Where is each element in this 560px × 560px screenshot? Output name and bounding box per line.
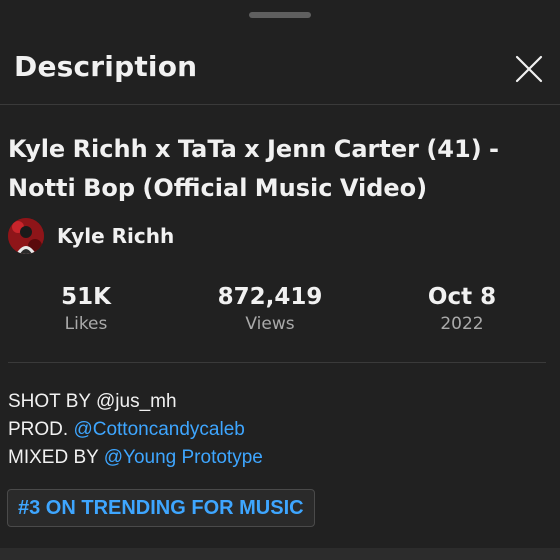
publish-date: Oct 8 <box>427 284 497 310</box>
prod-label: PROD. <box>8 419 74 440</box>
publish-year: 2022 <box>440 314 484 334</box>
description-line-1: SHOT BY @jus_mh <box>8 388 263 416</box>
shot-by-text: SHOT BY @jus_mh <box>8 391 177 412</box>
trending-chip[interactable]: #3 ON TRENDING FOR MUSIC <box>7 489 315 527</box>
video-title: Kyle Richh x TaTa x Jenn Carter (41) - N… <box>8 135 499 202</box>
views-label: Views <box>245 314 295 334</box>
description-text: SHOT BY @jus_mh PROD. @Cottoncandycaleb … <box>8 388 263 472</box>
channel-row[interactable]: Kyle Richh <box>8 217 174 255</box>
views-stat: 872,419 Views <box>210 283 330 337</box>
views-count: 872,419 <box>217 284 323 310</box>
drag-handle[interactable] <box>249 12 311 18</box>
description-line-2: PROD. @Cottoncandycaleb <box>8 416 263 444</box>
likes-label: Likes <box>64 314 108 334</box>
trending-label: #3 ON TRENDING FOR MUSIC <box>18 496 304 519</box>
mixed-by-label: MIXED BY <box>8 447 104 468</box>
description-header: Description <box>0 40 560 105</box>
likes-stat: 51K Likes <box>36 283 136 337</box>
close-button[interactable] <box>510 50 548 88</box>
likes-count: 51K <box>61 284 111 310</box>
channel-avatar-image <box>8 218 44 254</box>
date-stat: Oct 8 2022 <box>412 283 512 337</box>
description-line-3: MIXED BY @Young Prototype <box>8 444 263 472</box>
bottom-strip <box>0 548 560 560</box>
avatar[interactable] <box>8 218 44 254</box>
producer-link[interactable]: @Cottoncandycaleb <box>73 419 244 440</box>
channel-name: Kyle Richh <box>57 224 175 248</box>
mixer-link[interactable]: @Young Prototype <box>104 447 263 468</box>
divider <box>8 362 546 363</box>
sheet-title: Description <box>14 50 198 83</box>
close-icon <box>515 55 543 83</box>
